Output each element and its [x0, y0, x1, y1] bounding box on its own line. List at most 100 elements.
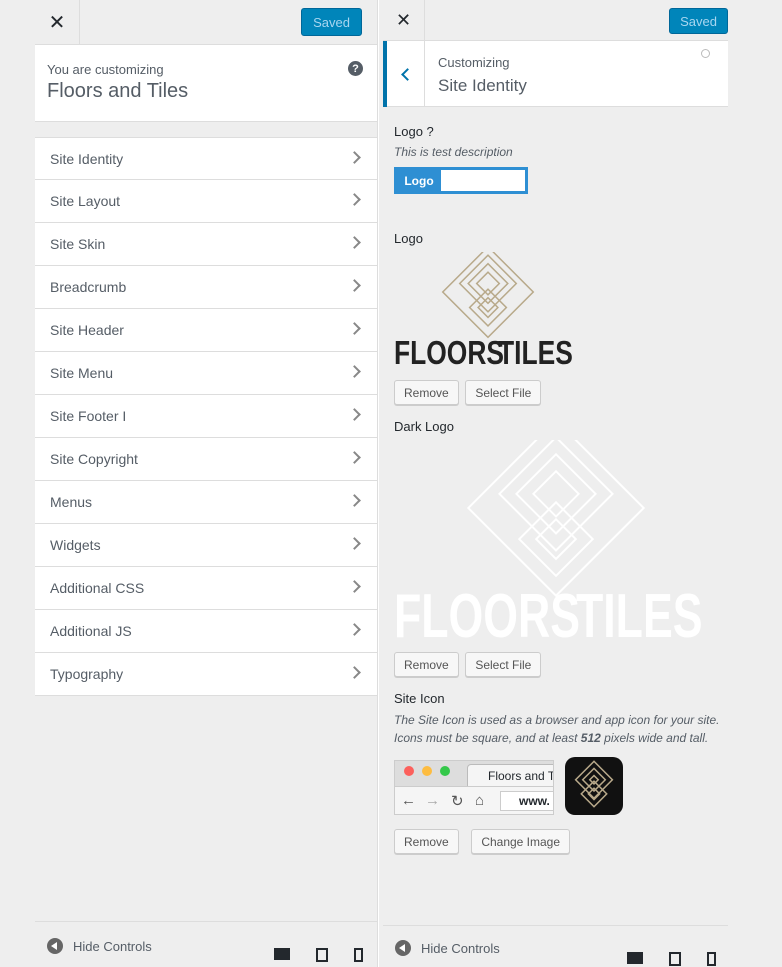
- chevron-right-icon: [348, 322, 361, 335]
- site-icon-control: Site Icon The Site Icon is used as a bro…: [394, 691, 724, 747]
- chevron-right-icon: [348, 279, 361, 292]
- chevron-right-icon: [348, 236, 361, 249]
- customizer-panel-main: ✕ Saved You are customizing Floors and T…: [0, 0, 378, 967]
- toggle-on-label: Logo: [404, 173, 434, 188]
- section-breadcrumb[interactable]: Breadcrumb: [35, 266, 377, 309]
- site-icon-desc-c: pixels wide and tall.: [600, 731, 709, 745]
- section-additional-css[interactable]: Additional CSS: [35, 567, 377, 610]
- logo-toggle-switch[interactable]: Logo: [394, 167, 528, 194]
- device-preview-toggles: [627, 952, 716, 966]
- chevron-right-icon: [348, 193, 361, 206]
- chevron-right-icon: [348, 365, 361, 378]
- logo-remove-button[interactable]: Remove: [394, 380, 459, 405]
- hide-controls-label: Hide Controls: [73, 938, 152, 954]
- minimize-dot-icon: [422, 766, 432, 776]
- section-label: Site Footer I: [50, 408, 127, 424]
- site-icon-desc-line1: The Site Icon is used as a browser and a…: [394, 713, 720, 727]
- help-icon[interactable]: ?: [348, 61, 363, 76]
- section-site-copyright[interactable]: Site Copyright: [35, 438, 377, 481]
- chevron-left-icon: [401, 67, 414, 81]
- logo-label: Logo: [394, 231, 423, 246]
- url-text: www.: [519, 794, 550, 808]
- logo-wordmark: FLOORS TILES: [394, 336, 584, 369]
- close-dot-icon: [404, 766, 414, 776]
- section-label: Menus: [50, 494, 93, 510]
- section-site-skin[interactable]: Site Skin: [35, 223, 377, 266]
- change-image-button[interactable]: Change Image: [471, 829, 571, 854]
- section-menus[interactable]: Menus: [35, 481, 377, 524]
- hide-controls-button[interactable]: Hide Controls: [395, 940, 500, 956]
- section-site-layout[interactable]: Site Layout: [35, 180, 377, 223]
- section-label: Breadcrumb: [50, 279, 127, 295]
- section-typography[interactable]: Typography: [35, 653, 377, 696]
- footer-actions: Hide Controls: [35, 921, 377, 967]
- toggle-off-area: [441, 170, 525, 191]
- forward-arrow-icon: →: [425, 792, 440, 809]
- logo-preview: FLOORS TILES: [394, 245, 584, 372]
- close-icon[interactable]: ✕: [383, 0, 425, 41]
- site-icon-label: Site Icon: [394, 691, 445, 706]
- section-label: Site Menu: [50, 365, 114, 381]
- section-title-block: Customizing Site Identity: [438, 55, 527, 96]
- site-icon-desc-a: Icons must be square, and at least: [394, 731, 581, 745]
- section-label: Typography: [50, 666, 124, 682]
- section-label: Site Copyright: [50, 451, 138, 467]
- logo-buttons: Remove Select File: [394, 380, 544, 405]
- section-site-header[interactable]: Site Header: [35, 309, 377, 352]
- site-icon-desc-size: 512: [580, 731, 601, 745]
- section-list: Site Identity Site Layout Site Skin Brea…: [35, 137, 377, 696]
- site-icon-desc: The Site Icon is used as a browser and a…: [394, 711, 724, 747]
- back-button[interactable]: [383, 41, 425, 107]
- close-icon[interactable]: ✕: [35, 0, 80, 45]
- saved-button[interactable]: Saved: [669, 8, 728, 34]
- section-site-footer[interactable]: Site Footer I: [35, 395, 377, 438]
- mobile-icon[interactable]: [354, 948, 363, 962]
- section-label: Additional CSS: [50, 580, 145, 596]
- section-label: Site Identity: [50, 150, 124, 167]
- browser-tab: Floors and T: [467, 764, 553, 786]
- maximize-dot-icon: [440, 766, 450, 776]
- wordmark-left: FLOORS: [394, 334, 504, 371]
- section-widgets[interactable]: Widgets: [35, 524, 377, 567]
- section-site-identity[interactable]: Site Identity: [35, 137, 377, 180]
- desktop-icon[interactable]: [274, 948, 290, 960]
- section-additional-js[interactable]: Additional JS: [35, 610, 377, 653]
- chevron-right-icon: [348, 623, 361, 636]
- dark-wordmark-left: FLOORS: [394, 582, 580, 651]
- reload-icon: ↻: [451, 793, 464, 810]
- section-label: Site Layout: [50, 193, 121, 209]
- chevron-right-icon: [348, 580, 361, 593]
- header-bar: ✕ Saved: [35, 0, 377, 45]
- hide-controls-button[interactable]: Hide Controls: [47, 938, 152, 954]
- collapse-icon: [395, 940, 411, 956]
- desktop-icon[interactable]: [627, 952, 643, 964]
- browser-toolbar: ← → ↻ ⌂ www.: [395, 786, 553, 814]
- section-label: Additional JS: [50, 623, 132, 639]
- app-icon-mark-icon: [574, 760, 614, 808]
- mobile-icon[interactable]: [707, 952, 716, 966]
- dark-wordmark-right: TILES: [576, 582, 703, 651]
- wordmark-right: TILES: [498, 334, 573, 371]
- dark-logo-remove-button[interactable]: Remove: [394, 652, 459, 677]
- logo-select-file-button[interactable]: Select File: [465, 380, 542, 405]
- collapse-icon: [47, 938, 63, 954]
- saved-button[interactable]: Saved: [301, 8, 362, 36]
- dark-logo-select-file-button[interactable]: Select File: [465, 652, 542, 677]
- site-icon-remove-button[interactable]: Remove: [394, 829, 459, 854]
- dark-logo-label: Dark Logo: [394, 419, 454, 434]
- app-icon-preview: [565, 757, 623, 815]
- hide-controls-label: Hide Controls: [421, 940, 500, 956]
- back-arrow-icon: ←: [401, 792, 416, 809]
- tablet-icon[interactable]: [316, 948, 328, 962]
- section-title: Site Identity: [438, 76, 527, 95]
- home-icon: ⌂: [475, 792, 485, 809]
- chevron-right-icon: [348, 451, 361, 464]
- chevron-right-icon: [348, 408, 361, 421]
- header-bar: ✕ Saved: [383, 0, 728, 41]
- controls-area: Logo ? This is test description Logo Log…: [394, 124, 724, 246]
- section-site-menu[interactable]: Site Menu: [35, 352, 377, 395]
- device-preview-toggles: [274, 948, 363, 962]
- chevron-right-icon: [348, 666, 361, 679]
- customize-info: You are customizing Floors and Tiles ?: [35, 45, 377, 122]
- tablet-icon[interactable]: [669, 952, 681, 966]
